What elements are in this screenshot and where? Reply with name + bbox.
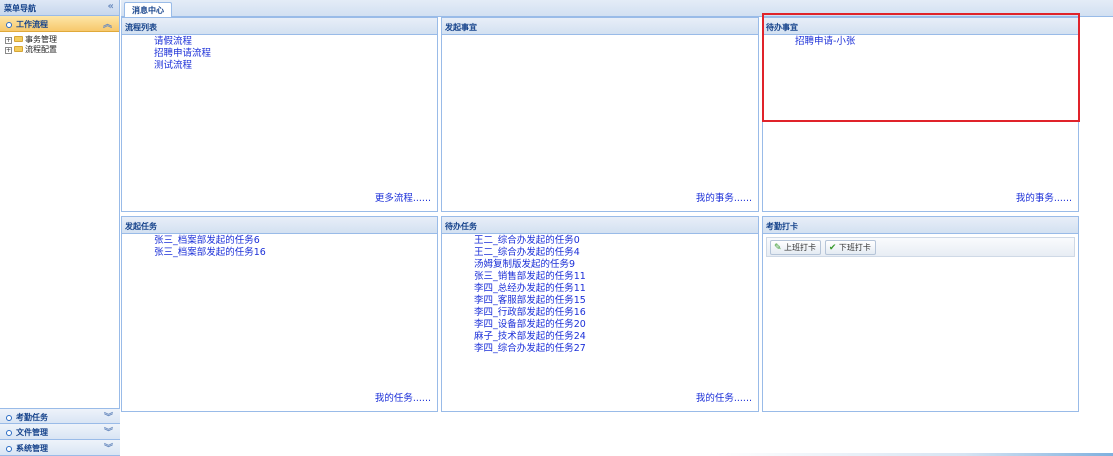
tree-node-flow-config[interactable]: + 流程配置 bbox=[5, 45, 119, 55]
tree-node-affairs[interactable]: + 事务管理 bbox=[5, 35, 119, 45]
panel-sent-tasks: 发起任务 张三_档案部发起的任务6 张三_档案部发起的任务16 我的任务....… bbox=[121, 216, 438, 412]
double-chevron-left-icon[interactable]: « bbox=[108, 1, 114, 12]
nav-section-label: 考勤任务 bbox=[16, 413, 48, 422]
folder-icon bbox=[14, 36, 23, 42]
nav-section-label: 文件管理 bbox=[16, 428, 48, 437]
nav-section-label: 工作流程 bbox=[16, 20, 48, 29]
list-item[interactable]: 张三_档案部发起的任务16 bbox=[154, 247, 437, 259]
list-item[interactable]: 招聘申请流程 bbox=[154, 48, 437, 60]
nav-header: 菜单导航 « bbox=[0, 0, 119, 16]
tab-strip: 消息中心 bbox=[121, 0, 1113, 17]
expand-plus-icon[interactable]: + bbox=[5, 37, 12, 44]
button-label: 上班打卡 bbox=[784, 243, 816, 252]
panel-todo-tasks: 待办任务 王二_综合办发起的任务0 王二_综合办发起的任务4 汤姆复制版发起的任… bbox=[441, 216, 759, 412]
clock-out-button[interactable]: ✔ 下班打卡 bbox=[824, 240, 876, 255]
panel-started-affairs: 发起事宜 我的事务...... bbox=[441, 17, 759, 212]
more-link[interactable]: 我的事务...... bbox=[1016, 190, 1072, 204]
section-bullet-icon bbox=[6, 22, 12, 28]
nav-title: 菜单导航 bbox=[4, 4, 36, 13]
list-item[interactable]: 麻子_技术部发起的任务24 bbox=[474, 331, 758, 343]
list-item[interactable]: 测试流程 bbox=[154, 60, 437, 72]
more-link[interactable]: 我的事务...... bbox=[696, 190, 752, 204]
section-bullet-icon bbox=[6, 415, 12, 421]
sent-task-items: 张三_档案部发起的任务6 张三_档案部发起的任务16 bbox=[122, 234, 437, 259]
chevron-down-icon[interactable]: ︾ bbox=[104, 425, 113, 438]
panel-flow-list: 流程列表 请假流程 招聘申请流程 测试流程 更多流程...... bbox=[121, 17, 438, 212]
list-item[interactable]: 王二_综合办发起的任务0 bbox=[474, 235, 758, 247]
tab-message-center[interactable]: 消息中心 bbox=[124, 2, 172, 17]
todo-task-items: 王二_综合办发起的任务0 王二_综合办发起的任务4 汤姆复制版发起的任务9 张三… bbox=[442, 234, 758, 355]
panel-title: 待办事宜 bbox=[763, 18, 1078, 35]
nav-section-system[interactable]: 系统管理 ︾ bbox=[0, 440, 120, 456]
more-link[interactable]: 更多流程...... bbox=[375, 190, 431, 204]
more-link[interactable]: 我的任务...... bbox=[375, 390, 431, 404]
todo-items: 招聘申请-小张 bbox=[763, 35, 1078, 48]
section-bullet-icon bbox=[6, 446, 12, 452]
panel-title: 流程列表 bbox=[122, 18, 437, 35]
list-item[interactable]: 张三_销售部发起的任务11 bbox=[474, 271, 758, 283]
list-item[interactable]: 汤姆复制版发起的任务9 bbox=[474, 259, 758, 271]
pencil-icon: ✎ bbox=[774, 243, 782, 253]
panel-attendance: 考勤打卡 ✎ 上班打卡 ✔ 下班打卡 bbox=[762, 216, 1079, 412]
list-item[interactable]: 王二_综合办发起的任务4 bbox=[474, 247, 758, 259]
panel-title: 待办任务 bbox=[442, 217, 758, 234]
list-item[interactable]: 请假流程 bbox=[154, 36, 437, 48]
list-item[interactable]: 李四_行政部发起的任务16 bbox=[474, 307, 758, 319]
tree-node-label[interactable]: 流程配置 bbox=[25, 45, 57, 54]
nav-section-workflow[interactable]: 工作流程 ︽ bbox=[0, 16, 119, 32]
list-item[interactable]: 张三_档案部发起的任务6 bbox=[154, 235, 437, 247]
section-bullet-icon bbox=[6, 430, 12, 436]
more-link[interactable]: 我的任务...... bbox=[696, 390, 752, 404]
panel-todo-affairs: 待办事宜 招聘申请-小张 我的事务...... bbox=[762, 17, 1079, 212]
list-item[interactable]: 招聘申请-小张 bbox=[795, 36, 1078, 48]
panel-title: 考勤打卡 bbox=[763, 217, 1078, 234]
nav-section-attendance[interactable]: 考勤任务 ︾ bbox=[0, 408, 120, 424]
chevron-up-icon[interactable]: ︽ bbox=[103, 17, 112, 30]
folder-icon bbox=[14, 46, 23, 52]
chevron-down-icon[interactable]: ︾ bbox=[104, 410, 113, 423]
flow-list-items: 请假流程 招聘申请流程 测试流程 bbox=[122, 35, 437, 72]
button-label: 下班打卡 bbox=[838, 243, 871, 252]
list-item[interactable]: 李四_综合办发起的任务27 bbox=[474, 343, 758, 355]
list-item[interactable]: 李四_设备部发起的任务20 bbox=[474, 319, 758, 331]
attendance-toolbar: ✎ 上班打卡 ✔ 下班打卡 bbox=[766, 237, 1075, 257]
nav-tree: + 事务管理 + 流程配置 bbox=[0, 32, 119, 55]
nav-section-files[interactable]: 文件管理 ︾ bbox=[0, 424, 120, 440]
list-item[interactable]: 李四_总经办发起的任务11 bbox=[474, 283, 758, 295]
panel-title: 发起事宜 bbox=[442, 18, 758, 35]
check-icon: ✔ bbox=[828, 243, 837, 253]
chevron-down-icon[interactable]: ︾ bbox=[104, 441, 113, 454]
left-navigation: 菜单导航 « 工作流程 ︽ + 事务管理 + 流程配置 考勤任务 ︾ 文件管理 ︾ bbox=[0, 0, 120, 456]
nav-section-label: 系统管理 bbox=[16, 444, 48, 453]
app-window: 菜单导航 « 工作流程 ︽ + 事务管理 + 流程配置 考勤任务 ︾ 文件管理 ︾ bbox=[0, 0, 1113, 456]
tree-node-label[interactable]: 事务管理 bbox=[25, 35, 57, 44]
list-item[interactable]: 李四_客服部发起的任务15 bbox=[474, 295, 758, 307]
panel-title: 发起任务 bbox=[122, 217, 437, 234]
nav-collapsed-sections: 考勤任务 ︾ 文件管理 ︾ 系统管理 ︾ bbox=[0, 408, 120, 456]
expand-plus-icon[interactable]: + bbox=[5, 47, 12, 54]
clock-in-button[interactable]: ✎ 上班打卡 bbox=[770, 240, 821, 255]
